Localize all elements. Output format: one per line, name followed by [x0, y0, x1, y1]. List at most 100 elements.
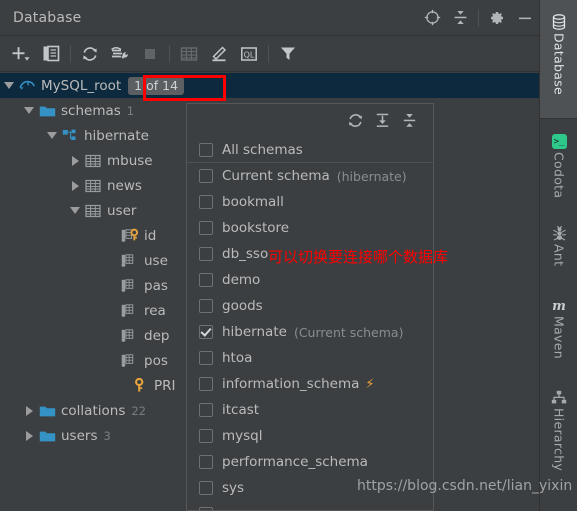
tool-tab-hierarchy[interactable]: Hierarchy: [540, 374, 577, 484]
tree-node-label: mbuse: [107, 152, 153, 169]
sync-settings-icon[interactable]: [105, 40, 135, 68]
watermark-url: https://blog.csdn.net/lian_yixin: [357, 478, 573, 494]
chevron-right-icon[interactable]: [24, 430, 35, 441]
toolbar-divider: [70, 44, 71, 63]
tree-node-label: id: [144, 227, 157, 244]
checkbox[interactable]: [199, 481, 213, 495]
schema-checkbox-list[interactable]: All schemas Current schema (hibernate) b…: [187, 136, 433, 510]
schema-item-all[interactable]: All schemas: [187, 137, 433, 163]
tool-tab-label: Database: [551, 33, 567, 96]
checkbox[interactable]: [199, 142, 213, 157]
query-console-icon[interactable]: QL: [234, 40, 264, 68]
hierarchy-icon: [551, 390, 567, 405]
checkbox[interactable]: [199, 299, 213, 313]
schema-label: htoa: [222, 350, 253, 366]
checkbox[interactable]: [199, 377, 213, 391]
refresh-icon[interactable]: [75, 40, 105, 68]
tree-node-label: users: [61, 427, 98, 444]
database-cylinder-icon: [551, 14, 567, 30]
filter-icon[interactable]: [273, 40, 303, 68]
tool-tab-ant[interactable]: Ant: [540, 210, 577, 282]
tool-tab-label: Codota: [551, 152, 567, 199]
tool-tab-codota[interactable]: >_ Codota: [540, 118, 577, 210]
schema-label: information_schema: [222, 376, 360, 392]
table-data-icon: [174, 40, 204, 68]
folder-icon: [38, 403, 56, 419]
ant-icon: [552, 226, 567, 241]
checkbox[interactable]: [199, 221, 213, 235]
jump-to-source-icon[interactable]: [418, 4, 446, 32]
schema-label: demo: [222, 272, 261, 288]
checkbox[interactable]: [199, 247, 213, 261]
copy-duplicate-icon[interactable]: [36, 40, 66, 68]
column-icon: [121, 253, 139, 269]
checkbox[interactable]: [199, 273, 213, 287]
tool-tab-database[interactable]: Database: [540, 0, 577, 118]
schema-item-hibernate[interactable]: hibernate (Current schema): [187, 319, 433, 345]
schema-item-goods[interactable]: goods: [187, 293, 433, 319]
schema-label: sys: [222, 480, 245, 496]
mysql-dolphin-icon: [18, 78, 36, 94]
no-chevron: [107, 330, 118, 341]
no-chevron: [107, 230, 118, 241]
schema-item-mysql[interactable]: mysql: [187, 423, 433, 449]
chevron-down-icon[interactable]: [70, 205, 81, 216]
schema-item-current[interactable]: Current schema (hibernate): [187, 163, 433, 189]
schema-item-bookmall[interactable]: bookmall: [187, 189, 433, 215]
folder-icon: [38, 428, 56, 444]
schema-item-information-schema[interactable]: information_schema ⚡: [187, 371, 433, 397]
checkbox[interactable]: [199, 195, 213, 209]
chevron-right-icon[interactable]: [70, 180, 81, 191]
chevron-down-icon[interactable]: [24, 105, 35, 116]
tree-node-label: rea: [144, 302, 166, 319]
schema-note: (Current schema): [293, 324, 404, 340]
schema-selector-popup[interactable]: All schemas Current schema (hibernate) b…: [186, 103, 434, 511]
column-icon: [121, 353, 139, 369]
column-icon: [121, 328, 139, 344]
schema-item-partial[interactable]: [187, 501, 433, 510]
schema-item-itcast[interactable]: itcast: [187, 397, 433, 423]
tree-node-label: MySQL_root: [41, 77, 122, 94]
tool-tab-label: Ant: [551, 244, 567, 267]
schema-count-badge[interactable]: 1 of 14: [128, 76, 185, 95]
schema-label: bookmall: [222, 194, 284, 210]
checkbox[interactable]: [199, 455, 213, 469]
chevron-down-icon[interactable]: [47, 130, 58, 141]
checkbox[interactable]: [199, 325, 213, 339]
right-tool-strip: Database >_ Codota Ant m Maven Hierarchy: [539, 0, 577, 511]
modify-table-icon[interactable]: [204, 40, 234, 68]
checkbox[interactable]: [199, 403, 213, 417]
checkbox[interactable]: [199, 429, 213, 443]
schema-label: mysql: [222, 428, 263, 444]
schema-item-bookstore[interactable]: bookstore: [187, 215, 433, 241]
tool-tab-maven[interactable]: m Maven: [540, 282, 577, 374]
collapse-all-icon[interactable]: [446, 4, 474, 32]
deselect-all-icon[interactable]: [396, 108, 423, 132]
schema-item-demo[interactable]: demo: [187, 267, 433, 293]
tree-node-count: 3: [103, 428, 111, 443]
chevron-down-icon[interactable]: [4, 80, 15, 91]
chevron-right-icon[interactable]: [24, 405, 35, 416]
tree-node-label: PRI: [154, 377, 176, 394]
svg-text:m: m: [552, 299, 566, 313]
schema-label: hibernate: [222, 324, 287, 340]
add-new-icon[interactable]: [6, 40, 36, 68]
schema-item-performance-schema[interactable]: performance_schema: [187, 449, 433, 475]
checkbox[interactable]: [199, 351, 213, 365]
tree-node-mysql-root[interactable]: MySQL_root 1 of 14: [0, 73, 539, 98]
select-all-icon[interactable]: [369, 108, 396, 132]
annotation-text: 可以切换要连接哪个数据库: [268, 248, 449, 266]
tree-node-count: 1: [126, 103, 135, 118]
schema-label: itcast: [222, 402, 260, 418]
chevron-right-icon[interactable]: [70, 155, 81, 166]
toolbar-divider-2: [169, 44, 170, 63]
minimize-icon[interactable]: [511, 4, 539, 32]
settings-gear-icon[interactable]: [483, 4, 511, 32]
schema-label: Current schema: [222, 168, 330, 184]
column-key-icon: [121, 228, 139, 244]
schema-item-htoa[interactable]: htoa: [187, 345, 433, 371]
schema-label: bookstore: [222, 220, 290, 236]
refresh-schemas-icon[interactable]: [342, 108, 369, 132]
checkbox[interactable]: [199, 169, 213, 183]
checkbox[interactable]: [199, 507, 213, 510]
